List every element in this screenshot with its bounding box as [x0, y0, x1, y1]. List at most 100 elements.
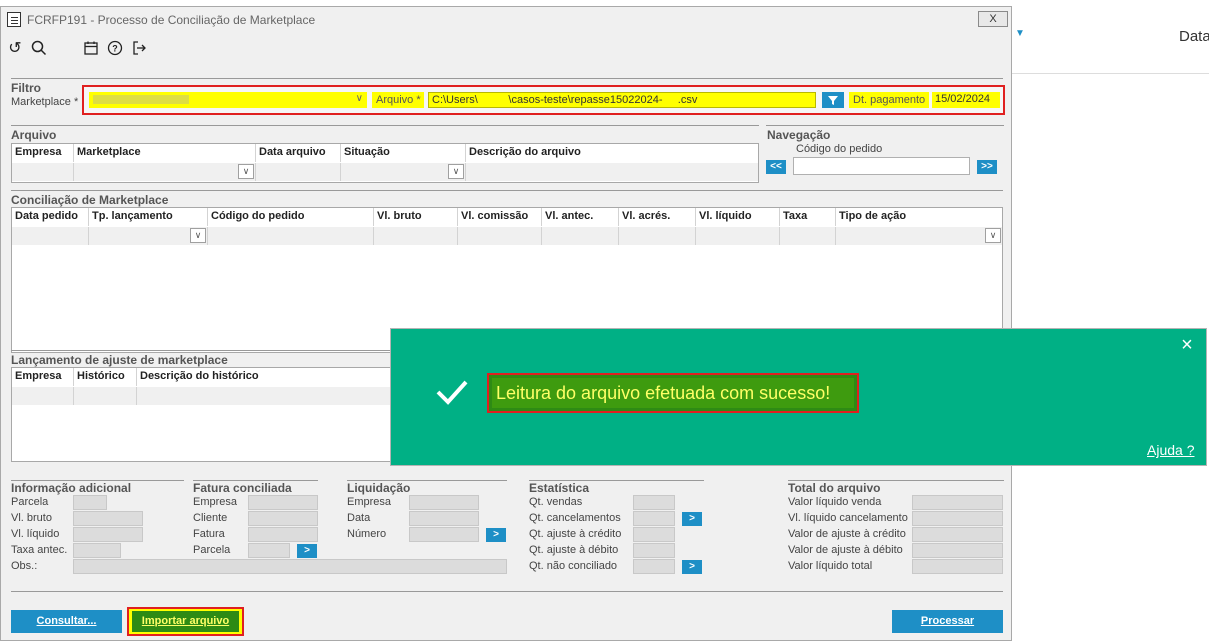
marketplace-select[interactable]: ∨	[89, 92, 367, 108]
qt-vendas-field[interactable]	[633, 495, 675, 510]
grid-cell[interactable]	[466, 163, 758, 181]
help-icon[interactable]: ?	[105, 40, 125, 58]
qt-nao-conciliado-field[interactable]	[633, 559, 675, 574]
navegacao-section-title: Navegação	[767, 128, 831, 142]
grid-cell[interactable]: ∨	[74, 163, 256, 181]
vl-liquido-field[interactable]	[73, 527, 143, 542]
vl-liquido-cancelamento-field[interactable]	[912, 511, 1003, 526]
column-header[interactable]: Vl. líquido	[696, 208, 780, 226]
grid-cell[interactable]	[12, 163, 74, 181]
valor-ajuste-credito-field[interactable]	[912, 527, 1003, 542]
column-header[interactable]: Data pedido	[12, 208, 89, 226]
column-header[interactable]: Vl. antec.	[542, 208, 619, 226]
processar-button[interactable]: Processar	[892, 610, 1003, 633]
column-header[interactable]: Vl. bruto	[374, 208, 458, 226]
exit-icon[interactable]	[129, 40, 149, 58]
refresh-icon[interactable]: ↺	[5, 40, 25, 58]
liquidacao-numero-field[interactable]	[409, 527, 479, 542]
qt-ajuste-debito-field[interactable]	[633, 543, 675, 558]
chevron-down-icon[interactable]: ∨	[238, 164, 254, 179]
qt-cancelamentos-field[interactable]	[633, 511, 675, 526]
search-icon[interactable]	[29, 40, 49, 58]
field-label: Qt. vendas	[529, 496, 583, 508]
help-link[interactable]: Ajuda ?	[1147, 442, 1194, 458]
chevron-down-icon[interactable]: ∨	[985, 228, 1001, 243]
fatura-parcela-field[interactable]	[248, 543, 290, 558]
grid-cell[interactable]	[256, 163, 341, 181]
grid-cell[interactable]: ∨	[836, 227, 1002, 245]
column-header[interactable]: Empresa	[12, 368, 74, 386]
field-label: Fatura	[193, 528, 225, 540]
column-header[interactable]: Descrição do arquivo	[466, 144, 758, 162]
column-header[interactable]: Vl. acrés.	[619, 208, 696, 226]
column-header[interactable]: Data arquivo	[256, 144, 341, 162]
fatura-empresa-field[interactable]	[248, 495, 318, 510]
cancelamentos-arrow-button[interactable]: >	[682, 512, 702, 526]
background-column-header: Data	[1179, 28, 1209, 45]
chevron-down-icon[interactable]: ∨	[190, 228, 206, 243]
column-header[interactable]: Vl. comissão	[458, 208, 542, 226]
grid-cell[interactable]	[542, 227, 619, 245]
field-label: Vl. líquido cancelamento	[788, 512, 908, 524]
obs-field[interactable]	[73, 559, 507, 574]
grid-cell[interactable]: ∨	[341, 163, 466, 181]
grid-cell[interactable]	[12, 227, 89, 245]
vl-bruto-field[interactable]	[73, 511, 143, 526]
grid-cell[interactable]	[696, 227, 780, 245]
column-header[interactable]: Empresa	[12, 144, 74, 162]
column-header[interactable]: Tp. lançamento	[89, 208, 208, 226]
grid-cell[interactable]	[12, 387, 74, 405]
consultar-button[interactable]: Consultar...	[11, 610, 122, 633]
window-title: FCRFP191 - Processo de Conciliação de Ma…	[27, 13, 316, 27]
column-header[interactable]: Marketplace	[74, 144, 256, 162]
field-label: Qt. cancelamentos	[529, 512, 621, 524]
divider	[11, 78, 1003, 79]
field-label: Vl. bruto	[11, 512, 52, 524]
window-close-button[interactable]: X	[978, 11, 1008, 27]
fatura-numero-field[interactable]	[248, 527, 318, 542]
grid-cell[interactable]: ∨	[89, 227, 208, 245]
next-button[interactable]: >>	[977, 160, 997, 174]
column-header[interactable]: Taxa	[780, 208, 836, 226]
grid-cell[interactable]	[74, 387, 137, 405]
fatura-cliente-field[interactable]	[248, 511, 318, 526]
grid-cell[interactable]	[619, 227, 696, 245]
close-icon[interactable]: ×	[1178, 335, 1196, 355]
liquidacao-empresa-field[interactable]	[409, 495, 479, 510]
column-header[interactable]: Situação	[341, 144, 466, 162]
filter-button[interactable]	[822, 92, 844, 108]
column-header[interactable]: Histórico	[74, 368, 137, 386]
dt-pagamento-input[interactable]: 15/02/2024	[932, 92, 1000, 108]
valor-liquido-venda-field[interactable]	[912, 495, 1003, 510]
qt-ajuste-credito-field[interactable]	[633, 527, 675, 542]
importar-highlight-box: Importar arquivo	[127, 607, 244, 636]
divider	[766, 125, 1004, 126]
calendar-icon[interactable]	[81, 40, 101, 58]
previous-button[interactable]: <<	[766, 160, 786, 174]
column-header[interactable]: Tipo de ação	[836, 208, 1002, 226]
valor-liquido-total-field[interactable]	[912, 559, 1003, 574]
svg-text:?: ?	[112, 44, 118, 54]
arquivo-path-input[interactable]: C:\Users\ \casos-teste\repasse15022024- …	[428, 92, 816, 108]
conciliacao-window: FCRFP191 - Processo de Conciliação de Ma…	[0, 6, 1012, 641]
liquidacao-data-field[interactable]	[409, 511, 479, 526]
filter-highlight-box: ∨ Arquivo * C:\Users\ \casos-teste\repas…	[82, 85, 1005, 115]
grid-cell[interactable]	[208, 227, 374, 245]
chevron-down-icon[interactable]: ∨	[448, 164, 464, 179]
grid-cell[interactable]	[780, 227, 836, 245]
chevron-down-icon[interactable]: ▼	[1015, 28, 1025, 39]
estatistica-section-title: Estatística	[529, 481, 590, 495]
parcela-field[interactable]	[73, 495, 107, 510]
grid-cell[interactable]	[374, 227, 458, 245]
column-header[interactable]: Código do pedido	[208, 208, 374, 226]
fatura-arrow-button[interactable]: >	[297, 544, 317, 558]
field-label: Número	[347, 528, 387, 540]
codigo-pedido-input[interactable]	[793, 157, 970, 175]
valor-ajuste-debito-field[interactable]	[912, 543, 1003, 558]
taxa-antec-field[interactable]	[73, 543, 121, 558]
divider	[11, 591, 1003, 592]
liquidacao-arrow-button[interactable]: >	[486, 528, 506, 542]
grid-cell[interactable]	[458, 227, 542, 245]
importar-arquivo-button[interactable]: Importar arquivo	[132, 611, 239, 632]
nao-conciliado-arrow-button[interactable]: >	[682, 560, 702, 574]
